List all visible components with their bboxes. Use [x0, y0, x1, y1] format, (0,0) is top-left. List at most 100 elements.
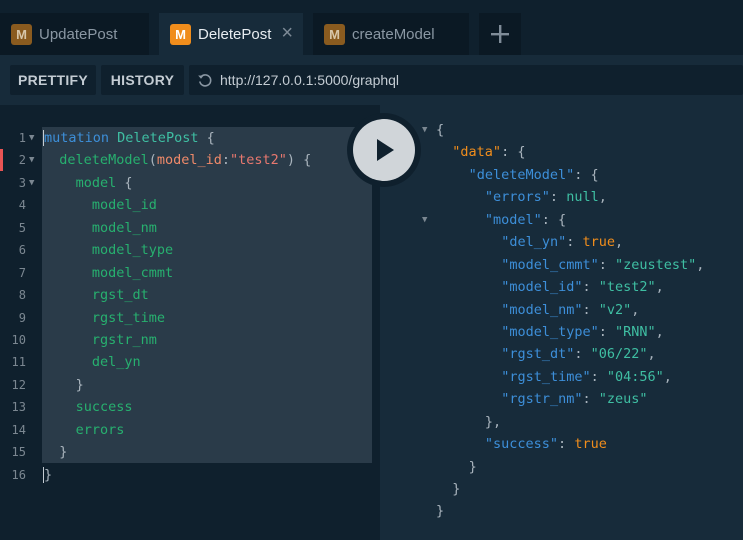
punctuation: :: [598, 323, 615, 340]
line-number: 4: [18, 198, 26, 213]
json-value: "zeus": [598, 391, 648, 408]
result-text: "model": {: [485, 209, 566, 231]
result-text: "deleteModel": {: [469, 164, 599, 186]
code-text: model_cmmt: [92, 262, 173, 284]
json-value: "04:56": [606, 368, 664, 385]
field-name: errors: [75, 421, 125, 438]
line-number: 6: [18, 243, 26, 258]
close-tab-icon[interactable]: ×: [281, 22, 293, 45]
punctuation: :: [582, 301, 599, 318]
json-key: "rgst_dt": [501, 346, 575, 363]
result-text: "model_nm": "v2",: [501, 299, 639, 321]
punctuation: }: [75, 376, 84, 393]
code-text: model_id: [92, 194, 157, 216]
punctuation: :: [582, 279, 599, 296]
punctuation: ,: [631, 301, 640, 318]
fold-arrow-icon: ▼: [29, 133, 35, 143]
keyword: mutation: [44, 130, 110, 146]
tab-label: UpdatePost: [39, 25, 118, 43]
code-text: model {: [76, 172, 133, 194]
json-value: true: [582, 234, 615, 251]
toolbar: PRETTIFY HISTORY http://127.0.0.1:5000/g…: [0, 55, 743, 105]
add-tab-button[interactable]: [479, 13, 521, 55]
result-text: "del_yn": true,: [501, 231, 623, 253]
field-name: model_id: [91, 197, 157, 214]
punctuation: :: [549, 189, 567, 206]
argument-name: model_id: [156, 152, 222, 169]
line-number: 8: [18, 288, 26, 303]
result-text: "success": true: [485, 433, 607, 455]
punctuation: : {: [501, 144, 526, 161]
result-text: "rgst_time": "04:56",: [501, 366, 672, 388]
punctuation: :: [598, 256, 615, 273]
history-button[interactable]: HISTORY: [101, 65, 184, 95]
field-name: model_type: [91, 242, 174, 259]
punctuation: ,: [647, 346, 656, 363]
tab-delete-post[interactable]: M DeletePost ×: [159, 13, 303, 55]
line-number: 15: [11, 445, 26, 460]
field-name: model_cmmt: [91, 264, 174, 281]
json-key: "success": [484, 436, 559, 453]
result-text: "model_cmmt": "zeustest",: [501, 254, 704, 276]
mutation-badge-icon: M: [170, 23, 191, 45]
tab-update-post[interactable]: M UpdatePost: [0, 13, 149, 55]
field-name: rgst_dt: [91, 287, 149, 304]
field-name: rgstr_nm: [91, 331, 157, 348]
line-number: 11: [11, 355, 26, 370]
code-text: model_nm: [92, 217, 157, 239]
json-value: "test2": [598, 279, 656, 296]
operation-name: DeletePost: [117, 130, 199, 146]
result-text: "data": {: [452, 141, 525, 163]
punctuation: }: [436, 503, 445, 520]
result-text: },: [485, 411, 501, 433]
fold-arrow-icon: ▼: [422, 214, 428, 225]
punctuation: }: [452, 481, 461, 497]
json-key: "del_yn": [501, 234, 567, 251]
fold-arrow-icon: ▼: [29, 155, 35, 166]
punctuation: }: [44, 466, 53, 483]
punctuation: {: [198, 130, 215, 146]
punctuation: }: [59, 444, 68, 461]
punctuation: ,: [615, 234, 624, 251]
punctuation: }: [468, 458, 477, 475]
tab-create-model[interactable]: M createModel: [313, 13, 469, 55]
fold-arrow-icon: ▼: [29, 177, 35, 188]
json-key: "deleteModel": [468, 166, 575, 183]
query-editor[interactable]: 1 ▼ mutation DeletePost {2 ▼ deleteModel(mod…: [0, 105, 380, 540]
mutation-badge-icon: M: [11, 23, 32, 45]
line-number: 14: [11, 422, 26, 437]
result-viewer: ▼{"data": {"deleteModel": {"errors": nul…: [380, 105, 743, 540]
play-icon: [377, 139, 394, 161]
code-text: deleteModel(model_id:"test2") {: [59, 149, 311, 171]
reload-icon[interactable]: [197, 72, 213, 88]
result-text: "model_id": "test2",: [501, 276, 664, 298]
json-value: "zeustest": [615, 256, 697, 273]
prettify-button[interactable]: PRETTIFY: [10, 65, 96, 95]
json-key: "model_id": [501, 279, 583, 296]
punctuation: ,: [663, 368, 672, 385]
punctuation: ,: [696, 256, 705, 273]
json-value: null: [566, 189, 599, 206]
field-name: model: [75, 174, 117, 191]
code-text: success: [76, 396, 133, 418]
mutation-field: deleteModel: [59, 152, 149, 169]
json-key: "errors": [484, 189, 550, 206]
result-text: "rgstr_nm": "zeus": [501, 388, 647, 410]
json-key: "rgstr_nm": [501, 391, 583, 408]
punctuation: : {: [574, 166, 599, 183]
plus-icon: [491, 25, 509, 43]
punctuation: ,: [655, 323, 664, 340]
endpoint-url: http://127.0.0.1:5000/graphql: [220, 72, 400, 88]
json-value: "v2": [598, 301, 632, 318]
json-value: "RNN": [615, 323, 656, 340]
json-key: "model_cmmt": [501, 256, 599, 273]
paren: (: [148, 152, 157, 169]
execute-query-button-face[interactable]: [353, 119, 415, 181]
result-text: }: [469, 456, 477, 478]
line-number: 16: [11, 467, 26, 482]
endpoint-url-field[interactable]: http://127.0.0.1:5000/graphql: [189, 65, 743, 95]
line-number: 9: [18, 310, 26, 325]
punctuation: :: [590, 368, 607, 385]
punctuation: {: [116, 174, 133, 191]
punctuation: :: [582, 391, 599, 408]
